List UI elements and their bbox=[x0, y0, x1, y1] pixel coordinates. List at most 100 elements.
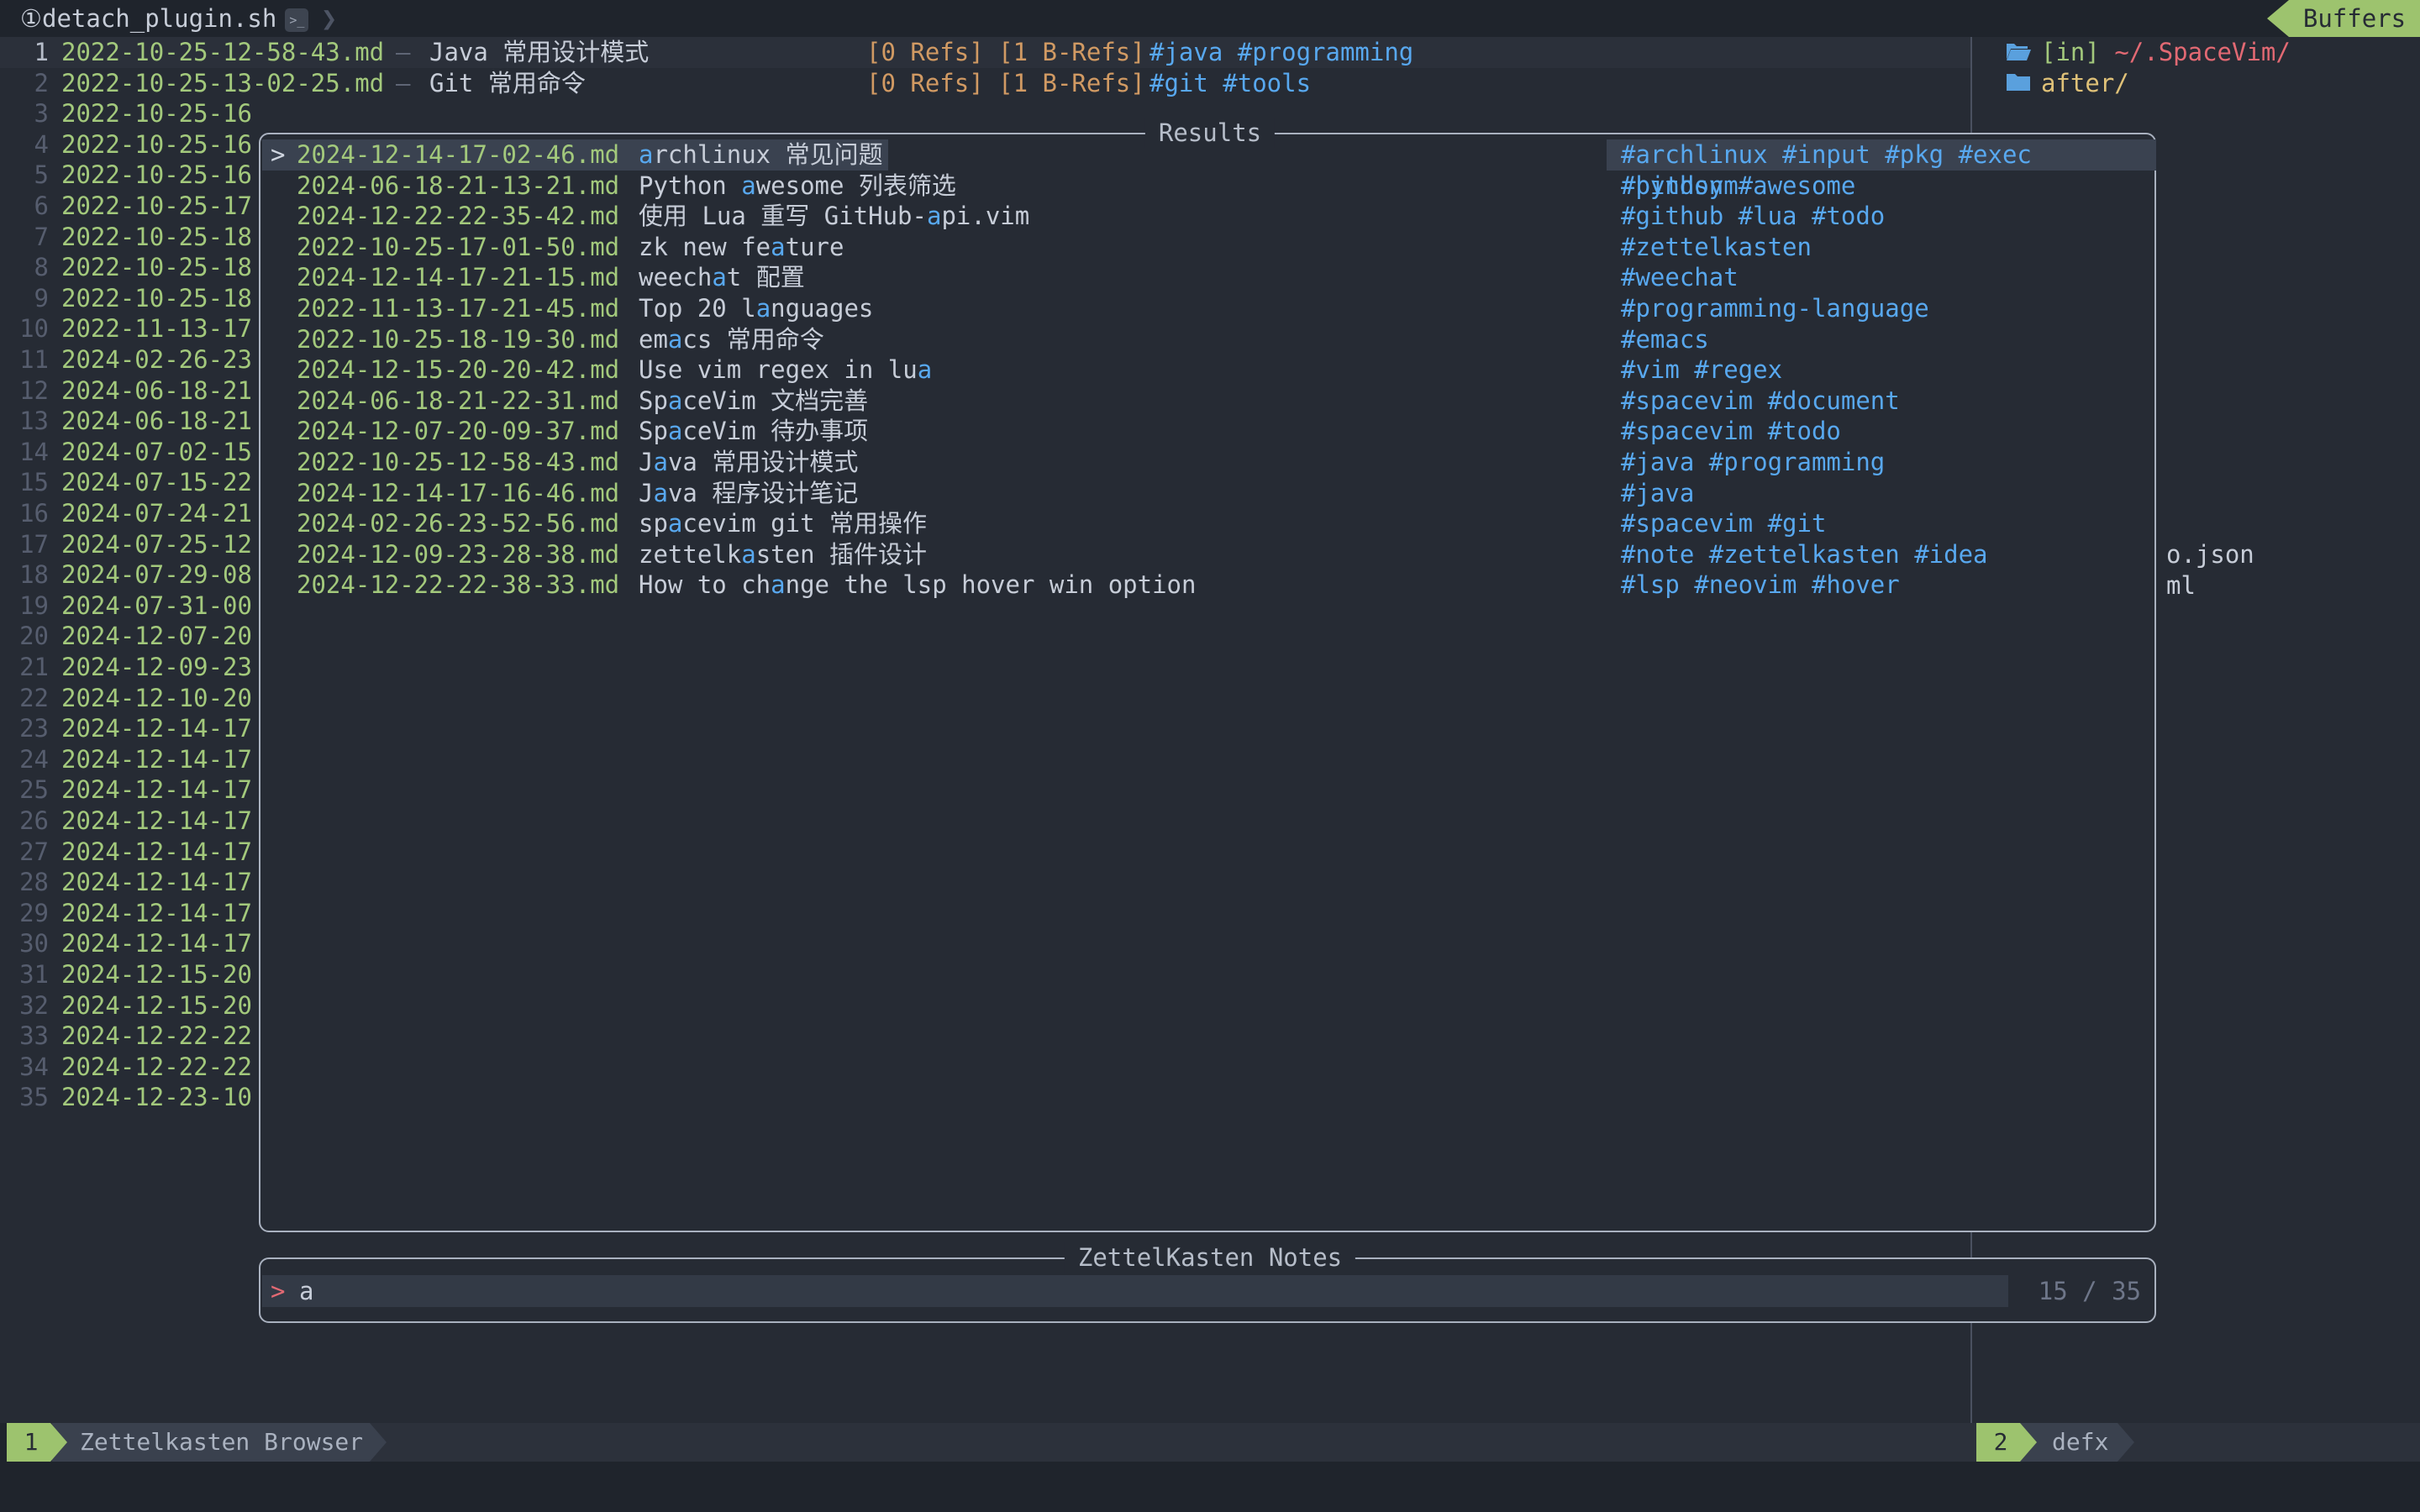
window-separator[interactable] bbox=[1970, 1323, 1972, 1423]
result-filename: 2024-12-07-20-09-37.md bbox=[297, 416, 619, 447]
note-filename: 2024-12-14-17 bbox=[61, 928, 252, 959]
results-window-title: Results bbox=[1145, 118, 1275, 148]
result-filename: 2022-10-25-17-01-50.md bbox=[297, 232, 619, 263]
result-tags: #vim #regex bbox=[1621, 354, 1782, 386]
result-tags: #spacevim #git bbox=[1621, 508, 1826, 539]
line-number: 24 bbox=[0, 744, 49, 775]
note-filename: 2024-12-14-17 bbox=[61, 713, 252, 744]
result-title: How to change the lsp hover win option bbox=[639, 570, 1196, 601]
note-filename: 2024-02-26-23 bbox=[61, 344, 252, 375]
note-refs: [0 Refs] [1 B-Refs] bbox=[866, 37, 1145, 68]
note-filename: 2024-12-14-17 bbox=[61, 806, 252, 837]
statusline-left-mode-segment: Zettelkasten Browser bbox=[52, 1423, 387, 1462]
result-tags: #note #zettelkasten #idea bbox=[1621, 539, 1988, 570]
line-number: 19 bbox=[0, 591, 49, 622]
fuzzy-match-char: a bbox=[756, 294, 771, 323]
result-tags: #java bbox=[1621, 478, 1694, 509]
result-title: weechat 配置 bbox=[639, 262, 805, 293]
prompt-input-row[interactable] bbox=[262, 1275, 2008, 1307]
note-filename: 2024-07-15-22 bbox=[61, 467, 252, 498]
fuzzy-match-char: a bbox=[712, 263, 726, 291]
line-number: 30 bbox=[0, 928, 49, 959]
line-number: 10 bbox=[0, 313, 49, 344]
window-separator[interactable] bbox=[1970, 1232, 1972, 1257]
result-filename: 2024-06-18-21-13-21.md bbox=[297, 171, 619, 202]
result-row[interactable]: 2022-10-25-17-01-50.mdzk new feature#zet… bbox=[262, 232, 2156, 263]
result-row[interactable]: 2024-02-26-23-52-56.mdspacevim git 常用操作#… bbox=[262, 508, 2156, 539]
tab-index-badge: ① bbox=[20, 4, 42, 33]
result-row[interactable]: 2024-12-15-20-20-42.mdUse vim regex in l… bbox=[262, 354, 2156, 386]
defx-occluded-file-fragment: o.json bbox=[2166, 539, 2254, 570]
fuzzy-match-char: a bbox=[918, 355, 932, 384]
result-row[interactable]: 2022-11-13-17-21-45.mdTop 20 languages#p… bbox=[262, 293, 2156, 324]
note-filename: 2024-12-22-22 bbox=[61, 1052, 252, 1083]
fuzzy-match-char: a bbox=[668, 417, 682, 445]
defx-row-after[interactable]: after/ bbox=[1972, 68, 2129, 99]
note-filename: 2022-10-25-18 bbox=[61, 252, 252, 283]
results-float-window: >2024-12-14-17-02-46.mdarchlinux 常见问题#ar… bbox=[259, 133, 2156, 1232]
tab-active-buffer[interactable]: ①detach_plugin.sh>_ bbox=[20, 0, 308, 37]
result-row[interactable]: 2022-10-25-18-19-30.mdemacs 常用命令#emacs bbox=[262, 324, 2156, 355]
line-number: 17 bbox=[0, 529, 49, 560]
note-filename: 2024-12-23-10 bbox=[61, 1082, 252, 1113]
result-title: zettelkasten 插件设计 bbox=[639, 539, 927, 570]
line-number: 1 bbox=[0, 37, 49, 68]
note-list-line[interactable]: 22022-10-25-13-02-25.md–Git 常用命令[0 Refs]… bbox=[0, 68, 1970, 99]
search-input[interactable]: a bbox=[299, 1275, 313, 1307]
prompt-marker-icon: > bbox=[271, 1275, 285, 1307]
fuzzy-match-char: a bbox=[741, 171, 755, 200]
result-tags: #python #awesome bbox=[1621, 171, 1855, 202]
defx-row-spacevim[interactable]: [in] ~/.SpaceVim/ bbox=[1972, 37, 2291, 68]
result-filename: 2022-10-25-18-19-30.md bbox=[297, 324, 619, 355]
fuzzy-match-char: a bbox=[639, 140, 653, 169]
folder-open-icon bbox=[2006, 41, 2031, 61]
result-row[interactable]: 2024-06-18-21-13-21.mdPython awesome 列表筛… bbox=[262, 171, 2156, 202]
note-tags: #git #tools bbox=[1150, 68, 1311, 99]
note-list-line[interactable]: 32022-10-25-16 bbox=[0, 98, 1970, 129]
note-filename: 2024-06-18-21 bbox=[61, 375, 252, 407]
defx-occluded-file-fragment: ml bbox=[2166, 570, 2196, 601]
result-row[interactable]: 2024-12-14-17-16-46.mdJava 程序设计笔记#java bbox=[262, 478, 2156, 509]
result-row[interactable]: 2024-12-07-20-09-37.mdSpaceVim 待办事项#spac… bbox=[262, 416, 2156, 447]
note-filename: 2024-12-15-20 bbox=[61, 959, 252, 990]
result-title: zk new feature bbox=[639, 232, 844, 263]
note-filename: 2024-12-15-20 bbox=[61, 990, 252, 1021]
result-row[interactable]: 2024-12-09-23-28-38.mdzettelkasten 插件设计#… bbox=[262, 539, 2156, 570]
line-number: 35 bbox=[0, 1082, 49, 1113]
line-number: 26 bbox=[0, 806, 49, 837]
fuzzy-match-char: a bbox=[668, 509, 682, 538]
note-filename: 2024-07-31-00 bbox=[61, 591, 252, 622]
result-row[interactable]: 2024-12-22-22-38-33.mdHow to change the … bbox=[262, 570, 2156, 601]
note-filename: 2024-12-09-23 bbox=[61, 652, 252, 683]
match-counter: 15 / 35 bbox=[2039, 1275, 2141, 1307]
note-filename: 2024-07-02-15 bbox=[61, 437, 252, 468]
fuzzy-match-char: a bbox=[771, 233, 785, 261]
prompt-window-title: ZettelKasten Notes bbox=[1065, 1242, 1355, 1273]
line-number: 28 bbox=[0, 867, 49, 898]
result-row[interactable]: 2024-12-22-22-35-42.md使用 Lua 重写 GitHub-a… bbox=[262, 201, 2156, 232]
result-tags: #weechat bbox=[1621, 262, 1739, 293]
tab-title: detach_plugin.sh bbox=[42, 4, 276, 33]
note-filename: 2024-12-10-20 bbox=[61, 683, 252, 714]
result-title: Java 常用设计模式 bbox=[639, 447, 858, 478]
note-list-line[interactable]: 12022-10-25-12-58-43.md–Java 常用设计模式[0 Re… bbox=[0, 37, 1970, 68]
line-number: 21 bbox=[0, 652, 49, 683]
note-filename: 2024-12-14-17 bbox=[61, 898, 252, 929]
result-row[interactable]: 2024-06-18-21-22-31.mdSpaceVim 文档完善#spac… bbox=[262, 386, 2156, 417]
note-filename: 2024-07-25-12 bbox=[61, 529, 252, 560]
result-filename: 2024-12-14-17-16-46.md bbox=[297, 478, 619, 509]
result-title: emacs 常用命令 bbox=[639, 324, 824, 355]
line-number: 31 bbox=[0, 959, 49, 990]
result-row[interactable]: 2024-12-14-17-21-15.md weechat 配置 #weechat bbox=[262, 262, 2156, 293]
line-number: 15 bbox=[0, 467, 49, 498]
statusline-right-mode-segment: defx bbox=[2020, 1423, 2134, 1462]
result-title: Top 20 languages bbox=[639, 293, 873, 324]
note-filename: 2024-06-18-21 bbox=[61, 406, 252, 437]
folder-icon bbox=[2006, 72, 2031, 92]
result-title: SpaceVim 文档完善 bbox=[639, 386, 868, 417]
result-filename: 2024-12-14-17-21-15.md bbox=[297, 262, 619, 293]
line-number: 22 bbox=[0, 683, 49, 714]
result-filename: 2024-12-14-17-02-46.md bbox=[297, 139, 619, 171]
line-number: 4 bbox=[0, 129, 49, 160]
result-row[interactable]: 2022-10-25-12-58-43.mdJava 常用设计模式#java #… bbox=[262, 447, 2156, 478]
